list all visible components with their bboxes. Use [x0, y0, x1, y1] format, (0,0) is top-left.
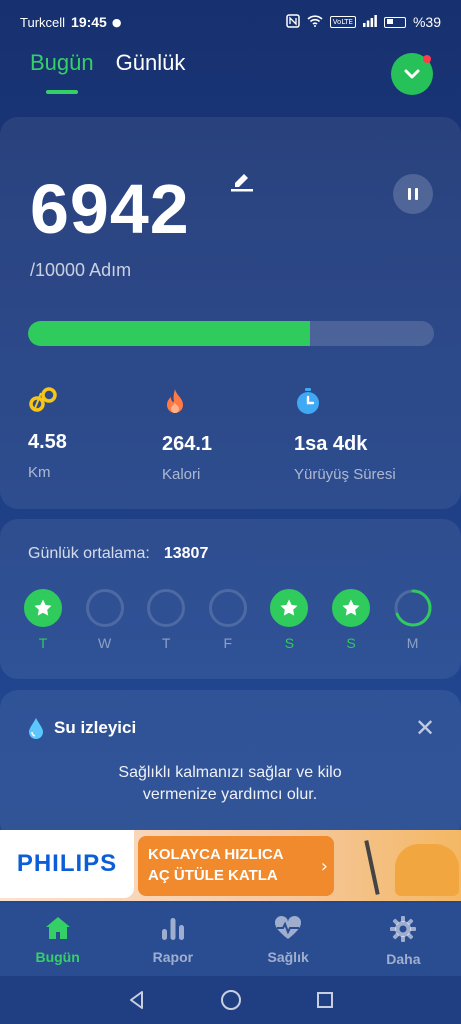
pause-button[interactable]: [393, 174, 433, 214]
day-progress-ring: [208, 589, 247, 627]
gear-icon: [390, 916, 417, 942]
walk-time-value: 1sa 4dk: [294, 433, 368, 455]
bottom-nav: Bugün Rapor Sağlık Daha: [0, 903, 461, 976]
status-bar: Turkcell 19:45 ● VoLTE %39: [0, 0, 461, 44]
tab-daily[interactable]: Günlük: [116, 50, 186, 76]
day-letter: T: [161, 635, 171, 651]
stopwatch-icon: [297, 388, 319, 414]
chevron-right-icon: ›: [320, 856, 328, 877]
stat-distance: 4.58 Km: [28, 387, 67, 481]
day-item: T: [23, 589, 63, 651]
walk-time-label: Yürüyüş Süresi: [294, 466, 396, 483]
ad-product-image: [364, 840, 380, 895]
daily-average-value: 13807: [163, 545, 209, 562]
ad-line2: AÇ ÜTÜLE KATLA: [148, 867, 278, 884]
signal-icon: [362, 14, 377, 30]
step-progress-bar: [28, 321, 434, 346]
ad-banner[interactable]: PHILIPS KOLAYCA HIZLICA AÇ ÜTÜLE KATLA ›: [0, 830, 461, 901]
nav-more-label: Daha: [386, 951, 421, 967]
daily-average-label: Günlük ortalama:: [28, 545, 150, 562]
day-complete-star-icon: [332, 589, 370, 627]
day-item: F: [208, 589, 248, 651]
day-letter: W: [97, 635, 112, 651]
ad-brand-box: PHILIPS: [0, 830, 134, 898]
sync-check-button[interactable]: [391, 53, 433, 95]
edit-goal-icon[interactable]: [229, 167, 255, 197]
notification-dot: [423, 55, 431, 63]
back-icon[interactable]: [127, 990, 147, 1010]
step-count: 6942: [30, 170, 190, 248]
water-tracker-description: Sağlıklı kalmanızı sağlar ve kilo vermen…: [118, 764, 342, 803]
day-item: M: [393, 589, 433, 651]
day-item: S: [269, 589, 309, 651]
recents-icon[interactable]: [315, 990, 335, 1010]
bar-chart-icon: [161, 918, 184, 940]
chevron-down-icon: [404, 69, 420, 79]
wifi-icon: [307, 14, 323, 30]
step-progress-fill: [28, 321, 310, 346]
day-letter: S: [284, 635, 295, 651]
battery-icon: [383, 16, 406, 28]
tab-today[interactable]: Bugün: [30, 50, 94, 94]
nfc-icon: [286, 13, 300, 31]
stat-walk-time: 1sa 4dk Yürüyüş Süresi: [294, 387, 396, 483]
home-icon: [45, 917, 70, 939]
nav-more[interactable]: Daha: [346, 903, 461, 976]
step-goal: /10000 Adım: [30, 260, 132, 280]
battery-percent: %39: [412, 14, 441, 30]
day-progress-ring: [147, 589, 186, 627]
nav-report-label: Rapor: [152, 949, 194, 965]
top-tabs: Bugün Günlük: [30, 50, 185, 94]
ad-brand-logo: PHILIPS: [16, 850, 118, 877]
pause-icon-bar: [408, 188, 411, 200]
day-item: S: [331, 589, 371, 651]
day-letter: F: [223, 635, 233, 651]
nav-health-label: Sağlık: [267, 949, 309, 965]
day-complete-star-icon: [24, 589, 62, 627]
day-letter: M: [406, 635, 419, 651]
tab-today-label: Bugün: [30, 50, 94, 75]
water-tracker-title-text: Su izleyici: [54, 718, 137, 737]
heart-pulse-icon: [275, 915, 302, 939]
day-item: W: [85, 589, 125, 651]
pause-icon-bar: [415, 188, 418, 200]
system-nav-bar: [0, 976, 461, 1024]
calories-label: Kalori: [162, 466, 201, 483]
distance-label: Km: [28, 464, 51, 481]
nav-today[interactable]: Bugün: [0, 903, 115, 976]
day-letter: T: [38, 635, 48, 651]
flame-icon: [167, 389, 183, 413]
volte-badge: VoLTE: [329, 16, 356, 28]
day-progress-ring: [85, 589, 124, 627]
nav-health[interactable]: Sağlık: [231, 903, 346, 976]
active-tab-indicator: [45, 90, 78, 94]
day-complete-star-icon: [270, 589, 309, 627]
carrier-name: Turkcell: [20, 14, 66, 30]
status-time: 19:45: [71, 14, 107, 30]
nav-today-label: Bugün: [35, 949, 80, 965]
water-tracker-card[interactable]: Su izleyici ✕ Sağlıklı kalmanızı sağlar …: [0, 690, 461, 840]
stat-calories: 264.1 Kalori: [162, 387, 212, 483]
calories-value: 264.1: [162, 433, 213, 455]
daily-average: Günlük ortalama: 13807: [28, 545, 208, 563]
chat-notification-icon: ●: [111, 15, 122, 29]
water-tracker-title: Su izleyici: [28, 717, 136, 739]
home-circle-icon[interactable]: [220, 989, 242, 1011]
ad-decor-image: [395, 844, 459, 896]
nav-report[interactable]: Rapor: [115, 903, 230, 976]
tab-daily-label: Günlük: [115, 50, 186, 75]
weekly-card[interactable]: Günlük ortalama: 13807 T W T F S S M: [0, 519, 461, 679]
day-item: T: [146, 589, 186, 651]
close-icon[interactable]: ✕: [415, 714, 435, 742]
water-drop-icon: [29, 718, 43, 739]
ad-cta-box[interactable]: KOLAYCA HIZLICA AÇ ÜTÜLE KATLA ›: [138, 836, 334, 896]
day-progress-ring: [394, 589, 432, 627]
route-icon: [29, 387, 57, 412]
ad-line1: KOLAYCA HIZLICA: [148, 846, 284, 863]
distance-value: 4.58: [28, 431, 67, 453]
day-letter: S: [346, 635, 356, 651]
steps-card: 6942 /10000 Adım 4.58 Km 264.1 Kalori 1s…: [0, 117, 461, 509]
